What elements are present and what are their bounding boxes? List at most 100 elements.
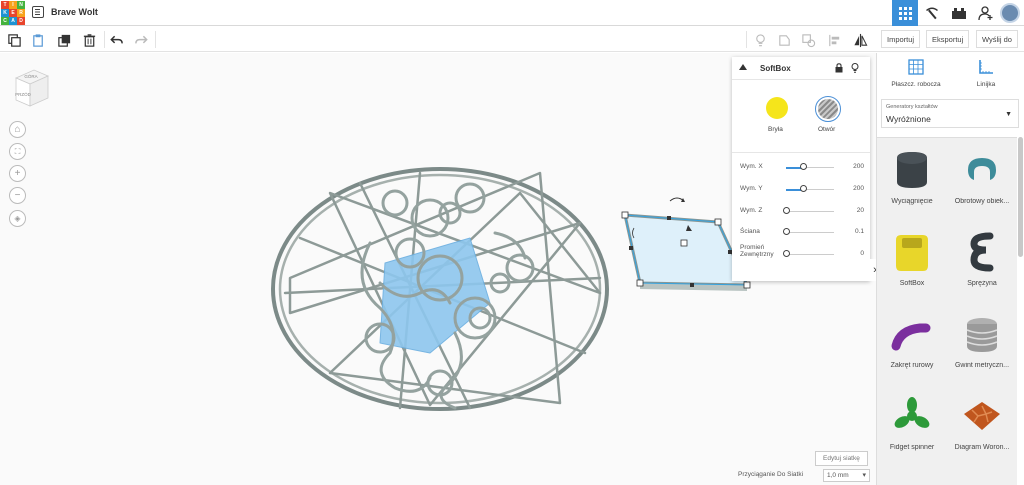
resize-handle[interactable]: [636, 279, 644, 287]
collapse-arrow-icon[interactable]: [739, 64, 747, 70]
shape-label: Diagram Woron...: [954, 444, 1010, 451]
shape-voronoi-diagram[interactable]: Diagram Woron...: [947, 384, 1017, 462]
property-slider-track[interactable]: [786, 211, 834, 212]
import-button[interactable]: Importuj: [881, 30, 921, 48]
workplane-label: Płaszcz. robocza: [891, 81, 941, 88]
shape-label: Fidget spinner: [889, 444, 935, 451]
shape-revolver[interactable]: Obrotowy obiek...: [947, 138, 1017, 216]
ruler-tool[interactable]: Linijka: [951, 56, 1021, 88]
delete-icon: [83, 33, 95, 47]
paste-button[interactable]: [28, 30, 48, 50]
edge-handle[interactable]: [629, 246, 633, 250]
design-list-icon[interactable]: [32, 6, 44, 18]
tinkercad-logo[interactable]: TINKERCAD: [0, 0, 26, 26]
group-icon: [778, 34, 790, 46]
resize-handle[interactable]: [714, 218, 722, 226]
logo-letter: D: [17, 17, 25, 25]
tube-bend-shape-icon: [891, 323, 931, 351]
delete-button[interactable]: [79, 30, 99, 50]
property-slider-knob[interactable]: [783, 207, 790, 214]
edge-handle[interactable]: [667, 216, 671, 220]
property-slider-knob[interactable]: [799, 163, 807, 170]
property-slider-knob[interactable]: [783, 250, 790, 257]
property-value[interactable]: 20: [857, 207, 864, 214]
hole-label: Otwór: [818, 126, 836, 133]
mirror-button[interactable]: [850, 30, 870, 50]
undo-button[interactable]: [106, 30, 126, 50]
shape-label: Zakręt rurowy: [890, 362, 934, 369]
inspector-divider: [732, 152, 870, 153]
ungroup-button[interactable]: [798, 30, 818, 50]
property-slider-knob[interactable]: [799, 185, 807, 192]
property-row: Promień Zewnętrzny 0: [740, 244, 864, 260]
shape-fidget-spinner[interactable]: Fidget spinner: [877, 384, 947, 462]
edit-grid-button[interactable]: Edytuj siatkę: [815, 451, 868, 466]
workplane-icon: [908, 59, 924, 75]
resize-handle[interactable]: [743, 281, 751, 289]
shape-extrusion[interactable]: Wyciągnięcie: [877, 138, 947, 216]
shape-label: Wyciągnięcie: [891, 198, 933, 205]
grid-view-icon: [898, 6, 912, 20]
snap-grid-select[interactable]: 1,0 mm: [823, 469, 870, 482]
property-slider-track[interactable]: [786, 232, 834, 233]
top-bar: TINKERCAD Brave Wolt: [0, 0, 1024, 26]
copy-button[interactable]: [4, 30, 24, 50]
blocks-view-button[interactable]: [919, 0, 945, 26]
shape-generator-select[interactable]: Generatory kształtów Wyróżnione ▼: [881, 99, 1019, 128]
toolbar-divider: [104, 31, 105, 48]
property-value[interactable]: 0.1: [855, 228, 864, 235]
inspector-title: SoftBox: [760, 64, 791, 73]
redo-button[interactable]: [131, 30, 151, 50]
logo-letter: I: [9, 1, 17, 9]
invite-user-button[interactable]: [973, 0, 999, 26]
fidget-spinner-shape-icon: [894, 397, 930, 428]
solid-mode-button[interactable]: [766, 97, 788, 119]
library-scrollbar[interactable]: [1018, 137, 1023, 257]
redo-icon: [134, 35, 148, 43]
hole-mode-button[interactable]: [815, 96, 841, 122]
align-button[interactable]: [824, 30, 844, 50]
revolver-shape-icon: [968, 158, 996, 180]
duplicate-button[interactable]: [54, 30, 74, 50]
softbox-shape-icon: [896, 235, 928, 271]
softbox-hole-model[interactable]: [621, 197, 751, 291]
bricks-view-button[interactable]: [946, 0, 972, 26]
export-button[interactable]: Eksportuj: [926, 30, 970, 48]
paste-icon: [32, 33, 43, 47]
property-value[interactable]: 0: [860, 250, 864, 257]
group-button[interactable]: [774, 30, 794, 50]
toolbar-divider: [746, 31, 747, 48]
property-label: Promień Zewnętrzny: [740, 244, 774, 258]
star-medallion-model[interactable]: [271, 167, 609, 411]
light-bulb-icon[interactable]: [851, 63, 859, 73]
duplicate-icon: [57, 34, 70, 47]
spring-shape-icon: [970, 232, 994, 272]
design-title[interactable]: Brave Wolt: [51, 7, 98, 17]
shape-softbox[interactable]: SoftBox: [877, 220, 947, 298]
library-tools: Płaszcz. robocza Linijka: [877, 53, 1024, 93]
property-row: Wym. Z 20: [740, 205, 864, 217]
show-all-button[interactable]: [750, 30, 770, 50]
3d-design-view-button[interactable]: [892, 0, 918, 26]
shape-label: SoftBox: [899, 280, 925, 287]
center-handle[interactable]: [680, 239, 688, 247]
lock-icon[interactable]: [835, 63, 843, 73]
shape-tube-bend[interactable]: Zakręt rurowy: [877, 302, 947, 380]
property-value[interactable]: 200: [853, 163, 864, 170]
hole-pattern-icon: [818, 99, 838, 119]
logo-letter: N: [17, 1, 25, 9]
shape-metric-thread[interactable]: Gwint metryczn...: [947, 302, 1017, 380]
logo-letter: C: [1, 17, 9, 25]
send-to-button[interactable]: Wyślij do: [976, 30, 1018, 48]
property-slider-track[interactable]: [786, 254, 834, 255]
property-slider-knob[interactable]: [783, 228, 790, 235]
resize-handle[interactable]: [621, 211, 629, 219]
edge-handle[interactable]: [690, 283, 694, 287]
workplane-tool[interactable]: Płaszcz. robocza: [881, 56, 951, 88]
avatar[interactable]: [1000, 3, 1020, 23]
shape-spring[interactable]: Sprężyna: [947, 220, 1017, 298]
shape-label: Gwint metryczn...: [954, 362, 1010, 369]
property-row: Wym. X 200: [740, 161, 864, 173]
property-value[interactable]: 200: [853, 185, 864, 192]
shape-inspector: SoftBox Bryła Otwór Wym. X 200 Wym. Y 200 Wy…: [732, 57, 870, 281]
